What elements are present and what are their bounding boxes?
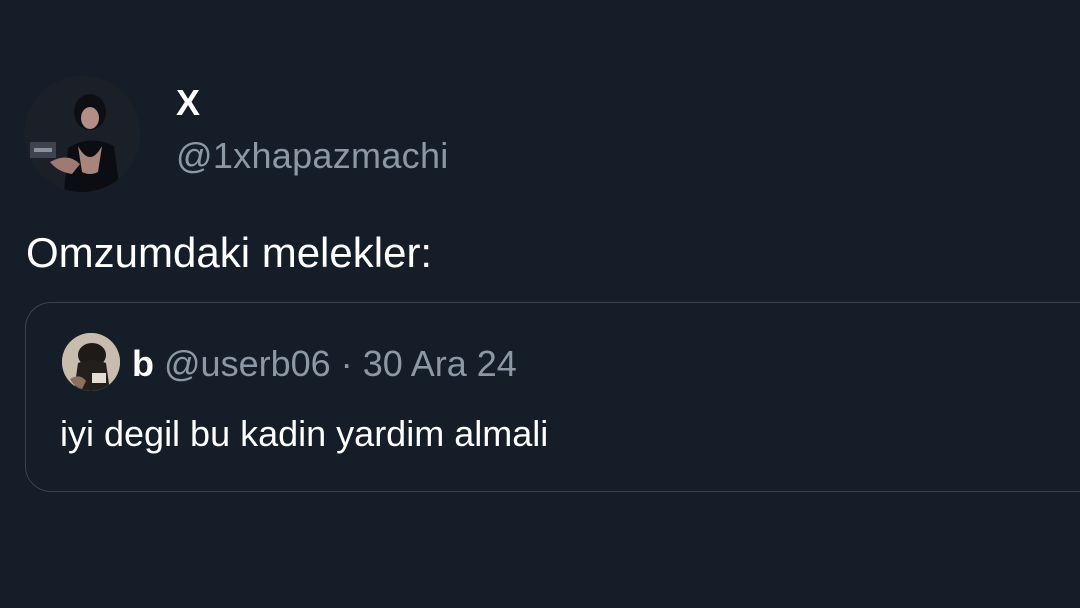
tweet: X @1xhapazmachi Omzumdaki melekler: b @u… [0, 0, 1080, 608]
tweet-text: Omzumdaki melekler: [26, 229, 433, 276]
author-display-name[interactable]: X [176, 78, 200, 128]
quoted-tweet-text: iyi degil bu kadin yardim almali [60, 413, 549, 454]
header-separator: · [340, 343, 353, 384]
quoted-tweet-date[interactable]: 30 Ara 24 [363, 343, 517, 384]
author-handle[interactable]: @1xhapazmachi [176, 134, 449, 178]
quoted-author-avatar-image [62, 333, 120, 391]
quoted-author-handle[interactable]: @userb06 [164, 343, 331, 384]
quoted-tweet-card[interactable]: b @userb06 · 30 Ara 24 iyi degil bu kadi… [25, 302, 1080, 492]
quoted-author-avatar[interactable] [62, 333, 120, 391]
quoted-author-display-name[interactable]: b [132, 343, 154, 384]
quoted-tweet-header: b @userb06 · 30 Ara 24 [132, 341, 517, 387]
author-avatar[interactable] [24, 76, 140, 192]
author-avatar-image [24, 76, 140, 192]
